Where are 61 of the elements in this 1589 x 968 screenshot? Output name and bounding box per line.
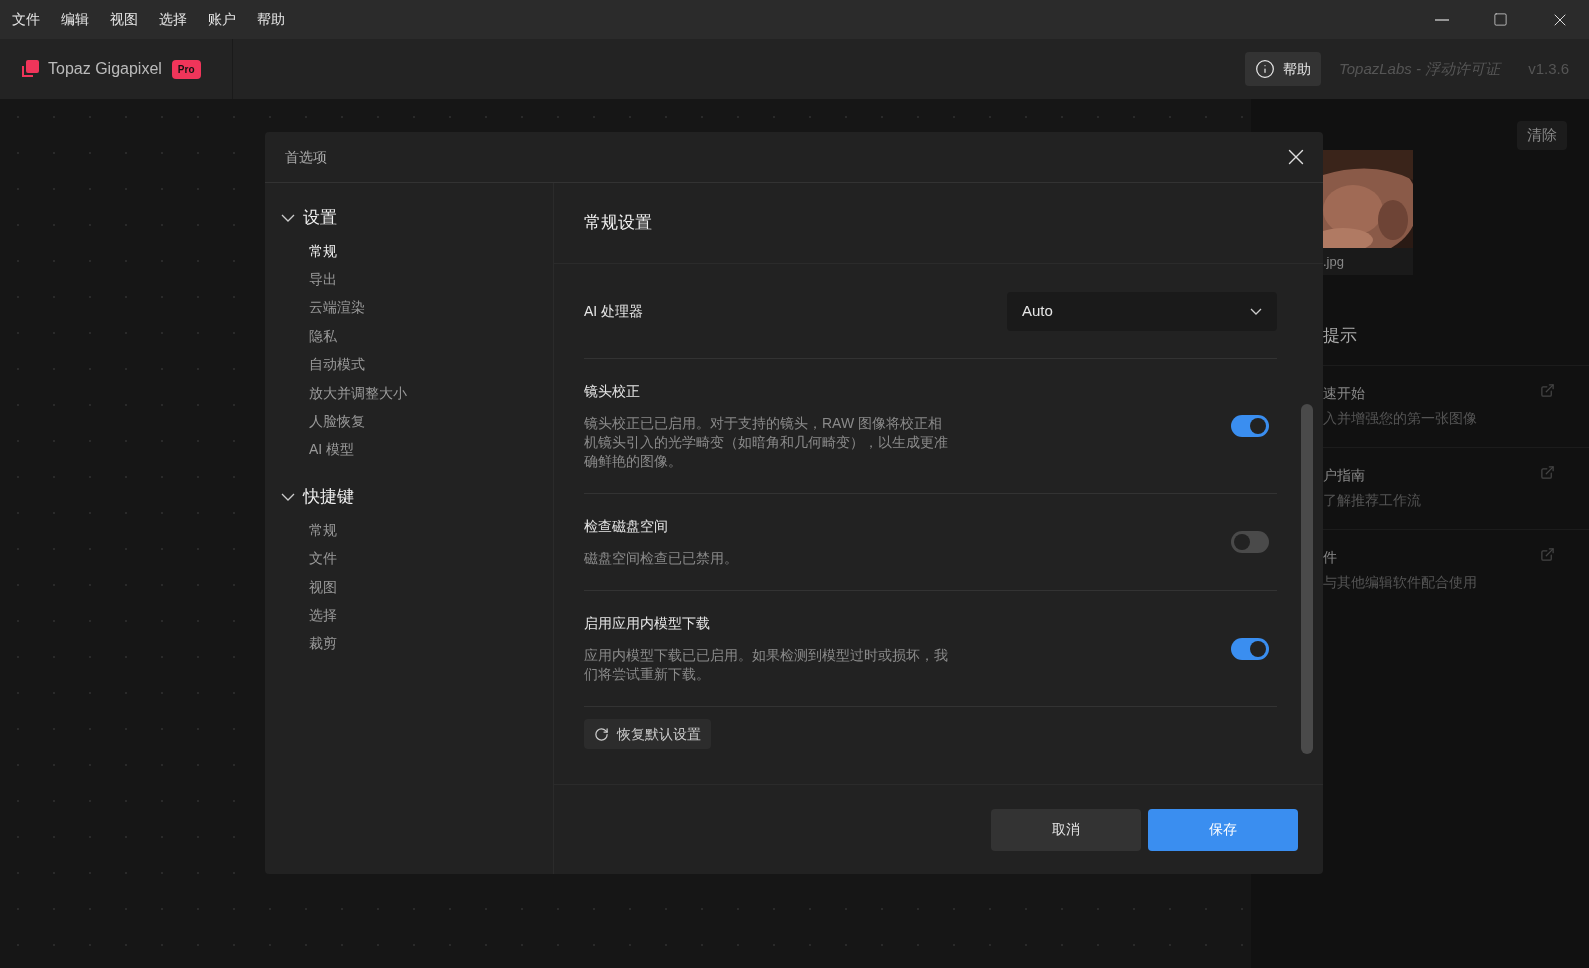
tip-subtitle: 入并增强您的第一张图像 (1323, 408, 1477, 428)
nav-item[interactable]: 文件 (309, 544, 553, 573)
setting-title: 启用应用内模型下载 (584, 614, 711, 633)
external-link-icon (1540, 546, 1555, 562)
toggle-switch[interactable] (1231, 415, 1269, 437)
external-link-icon (1540, 464, 1555, 480)
nav-item[interactable]: 人脸恢复 (309, 407, 553, 436)
setting-title: 镜头校正 (584, 382, 641, 401)
nav-item[interactable]: 视图 (309, 572, 553, 602)
external-link-icon (1540, 382, 1555, 398)
tip-subtitle: 与其他编辑软件配合使用 (1323, 572, 1477, 592)
toggle-switch[interactable] (1231, 531, 1269, 553)
nav-item[interactable]: 云端渲染 (309, 293, 553, 323)
chevron-icon (281, 493, 295, 502)
reset-icon (594, 726, 609, 742)
nav-section[interactable]: 快捷键 (281, 482, 354, 513)
menu-item[interactable]: 视图 (110, 9, 138, 30)
nav-item[interactable]: 隐私 (309, 322, 553, 351)
tip-subtitle: 了解推荐工作流 (1323, 490, 1421, 510)
reset-defaults-button[interactable]: 恢复默认设置 (584, 719, 711, 749)
nav-item[interactable]: 裁剪 (309, 629, 553, 659)
nav-item[interactable]: 选择 (309, 601, 553, 630)
tip-title: 速开始 (1323, 383, 1366, 403)
setting-description: 镜头校正已已启用。对于支持的镜头，RAW 图像将校正相机镜头引入的光学畸变（如暗角和几何畸变），以生成更准确鲜艳的图像。 (584, 414, 949, 471)
tip-title: 件 (1323, 547, 1338, 567)
menu-item[interactable]: 选择 (159, 9, 187, 30)
menu-item[interactable]: 帮助 (257, 9, 285, 30)
help-button[interactable]: 帮助 (1244, 52, 1321, 86)
chevron-icon (1250, 307, 1262, 315)
cancel-button[interactable]: 取消 (991, 808, 1141, 851)
nav-item[interactable]: 常规 (309, 516, 553, 545)
save-button[interactable]: 保存 (1148, 808, 1298, 851)
pro-badge: Pro (171, 59, 201, 79)
nav-item[interactable]: 常规 (309, 237, 553, 266)
nav-item[interactable]: 放大并调整大小 (309, 378, 553, 408)
minimize-icon (1434, 18, 1449, 21)
info-icon (1254, 59, 1275, 79)
nav-section[interactable]: 设置 (281, 203, 337, 233)
thumbnail-caption: .jpg (1323, 252, 1345, 271)
menu-item[interactable]: 文件 (12, 9, 40, 30)
app-name: Topaz Gigapixel (48, 59, 162, 79)
chevron-icon (281, 214, 295, 222)
section-title: 常规设置 (584, 212, 652, 235)
scrollbar[interactable] (1301, 404, 1313, 754)
setting-description: 应用内模型下载已已启用。如果检测到模型过时或损坏，我们将尝试重新下载。 (584, 646, 949, 684)
dialog-title: 首选项 (285, 147, 327, 167)
logo-icon (20, 59, 40, 79)
tip-title: 户指南 (1323, 465, 1366, 485)
tips-heading: 提示 (1323, 325, 1358, 347)
toggle-switch[interactable] (1231, 637, 1269, 660)
nav-item[interactable]: 导出 (309, 265, 553, 294)
maximize-icon (1493, 12, 1508, 27)
processor-label: AI 处理器 (584, 301, 644, 321)
nav-item[interactable]: AI 模型 (309, 435, 553, 465)
menu-item[interactable]: 账户 (208, 9, 236, 30)
nav-item[interactable]: 自动模式 (309, 350, 553, 379)
menu-item[interactable]: 编辑 (61, 9, 89, 30)
clear-button[interactable]: 清除 (1517, 121, 1567, 150)
setting-description: 磁盘空间检查已已禁用。 (584, 549, 739, 568)
processor-dropdown[interactable]: Auto (1007, 291, 1277, 331)
setting-title: 检查磁盘空间 (584, 517, 669, 536)
